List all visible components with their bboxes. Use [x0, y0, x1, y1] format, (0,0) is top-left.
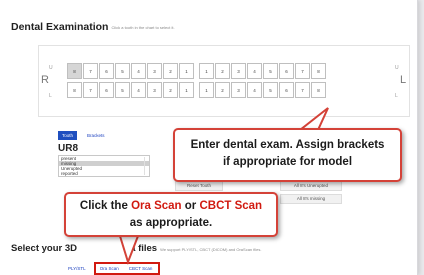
brackets-callout-pointer — [297, 107, 329, 131]
scan-callout: Click the Ora Scan or CBCT Scan as appro… — [64, 192, 278, 237]
scan-callout-line1: Click the Ora Scan or CBCT Scan — [79, 200, 263, 212]
scan-callout-pointer — [118, 235, 140, 266]
brackets-callout-line1: Enter dental exam. Assign brackets — [190, 139, 385, 151]
scan-callout-line2: as appropriate. — [129, 217, 213, 229]
brackets-callout: Enter dental exam. Assign brackets if ap… — [173, 128, 402, 182]
brackets-callout-line2: if appropriate for model — [222, 156, 353, 168]
